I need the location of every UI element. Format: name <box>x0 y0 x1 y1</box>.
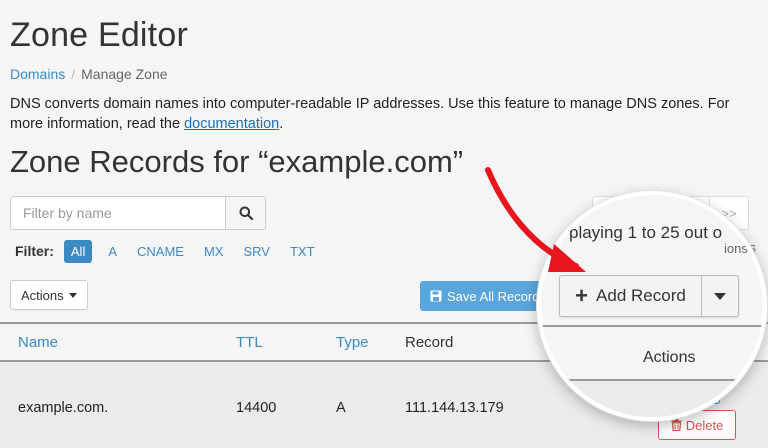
trash-icon <box>671 419 682 431</box>
filter-srv[interactable]: SRV <box>243 241 270 262</box>
search-icon <box>239 206 253 220</box>
documentation-link[interactable]: documentation <box>184 116 279 132</box>
column-header-actions: Actions <box>643 349 696 366</box>
column-header-ttl[interactable]: TTL <box>236 334 263 351</box>
breadcrumb-domains-link[interactable]: Domains <box>10 66 65 82</box>
breadcrumb-separator: / <box>71 66 76 82</box>
cell-name: example.com. <box>18 400 109 416</box>
breadcrumb-current: Manage Zone <box>81 66 168 82</box>
floppy-disk-icon <box>430 290 442 302</box>
filter-cname[interactable]: CNAME <box>137 241 184 262</box>
column-header-type[interactable]: Type <box>336 334 369 351</box>
search-group <box>10 196 266 230</box>
zone-records-title: Zone Records for “example.com” <box>10 144 464 179</box>
filter-txt[interactable]: TXT <box>290 241 315 262</box>
filter-bar: Filter: All A CNAME MX SRV TXT <box>15 239 335 263</box>
description-text: DNS converts domain names into computer-… <box>10 96 730 132</box>
cell-ttl: 14400 <box>236 400 277 416</box>
filter-a[interactable]: A <box>108 241 117 262</box>
actions-label: Actions <box>21 287 64 303</box>
filter-mx[interactable]: MX <box>204 241 224 262</box>
cell-record: 111.144.13.179 <box>405 400 504 416</box>
add-record-label: Add Record <box>596 286 686 305</box>
cell-type: A <box>336 400 346 416</box>
column-header-name[interactable]: Name <box>18 334 58 351</box>
magnified-table-top-border <box>541 325 763 327</box>
save-all-records-label: Save All Records <box>447 288 546 304</box>
search-input[interactable] <box>10 196 226 230</box>
delete-label: Delete <box>685 417 724 433</box>
filter-label: Filter: <box>15 243 54 259</box>
plus-icon: + <box>575 283 589 308</box>
filter-all[interactable]: All <box>63 239 93 263</box>
magnified-side-text: ions <box>724 241 748 256</box>
actions-dropdown-button[interactable]: Actions <box>10 280 88 310</box>
caret-down-icon <box>68 292 77 298</box>
page-title: Zone Editor <box>10 16 188 54</box>
breadcrumb: Domains / Manage Zone <box>10 66 168 82</box>
search-button[interactable] <box>225 196 266 230</box>
red-arrow-annotation <box>485 167 586 272</box>
description-suffix: . <box>279 116 284 132</box>
add-record-dropdown-toggle[interactable] <box>701 276 738 316</box>
page-description: DNS converts domain names into computer-… <box>10 94 750 134</box>
column-header-record: Record <box>405 334 454 351</box>
caret-down-icon <box>714 292 726 300</box>
magnified-table-row <box>541 381 763 417</box>
